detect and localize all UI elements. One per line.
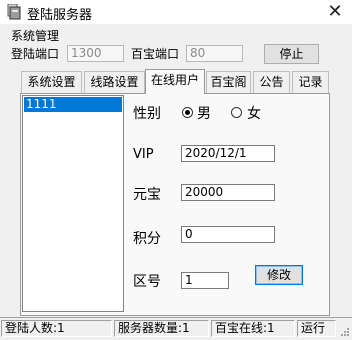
login-port-label: 登陆端口: [11, 47, 60, 61]
gender-female-label[interactable]: 女: [247, 103, 261, 123]
gender-male-label[interactable]: 男: [197, 103, 211, 123]
yuanbao-label: 元宝: [133, 187, 161, 203]
tab-records[interactable]: 记录: [292, 71, 329, 93]
tab-online-users[interactable]: 在线用户: [145, 69, 205, 94]
vip-date-field[interactable]: 2020/12/1: [181, 145, 275, 162]
tab-announcement[interactable]: 公告: [253, 71, 290, 93]
tab-treasure-pavilion[interactable]: 百宝阁: [206, 71, 251, 93]
window-title: 登陆服务器: [27, 8, 93, 23]
shop-port-field[interactable]: 80: [186, 45, 243, 62]
login-port-field[interactable]: 1300: [67, 45, 124, 62]
stop-button[interactable]: 停止: [264, 44, 319, 64]
online-user-list[interactable]: 1111: [22, 95, 124, 312]
radio-selected-dot: [185, 110, 190, 115]
status-server-count: 服务器数量:1: [114, 320, 209, 337]
modify-button[interactable]: 修改: [255, 265, 303, 285]
list-item[interactable]: 1111: [24, 97, 122, 112]
shop-port-label: 百宝端口: [131, 47, 180, 61]
points-label: 积分: [133, 231, 161, 247]
status-login-count: 登陆人数:1: [1, 320, 112, 337]
vip-label: VIP: [133, 147, 154, 162]
points-field[interactable]: 0: [181, 226, 275, 243]
close-icon[interactable]: ✕: [321, 1, 349, 23]
zone-label: 区号: [133, 274, 161, 290]
menu-system-manage[interactable]: 系统管理: [11, 27, 59, 44]
zone-field[interactable]: 1: [181, 272, 229, 289]
status-shop-online: 百宝在线:1: [211, 320, 295, 337]
tab-system-settings[interactable]: 系统设置: [21, 71, 82, 93]
resize-grip-icon[interactable]: [338, 325, 350, 337]
app-icon: [7, 3, 21, 20]
gender-male-radio[interactable]: [182, 107, 193, 118]
gender-label: 性别: [133, 106, 161, 122]
gender-female-radio[interactable]: [231, 107, 242, 118]
yuanbao-field[interactable]: 20000: [181, 184, 275, 201]
status-running: 运行: [297, 320, 336, 337]
tab-line-settings[interactable]: 线路设置: [84, 71, 145, 93]
